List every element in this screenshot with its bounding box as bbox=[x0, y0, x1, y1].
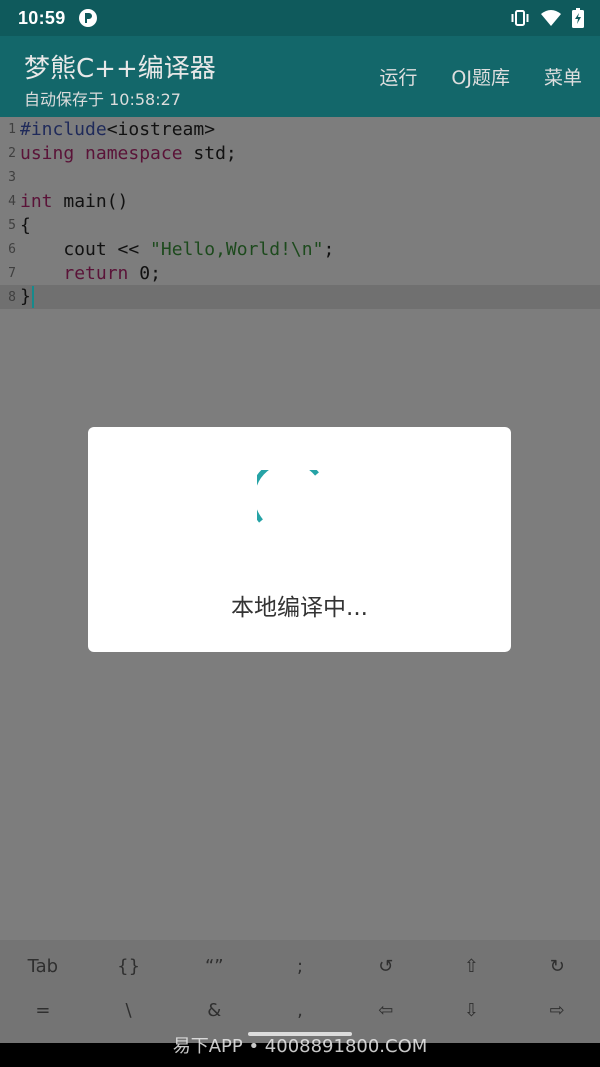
app-title: 梦熊C++编译器 bbox=[24, 54, 216, 84]
code-line[interactable]: 3 bbox=[0, 165, 600, 189]
code-token: #include bbox=[20, 118, 107, 140]
redo-icon[interactable]: ↻ bbox=[514, 944, 600, 988]
key-equals[interactable]: = bbox=[0, 988, 86, 1032]
arrow-left-icon[interactable]: ⇦ bbox=[343, 988, 429, 1032]
app-bar: 梦熊C++编译器 自动保存于 10:58:27 运行 OJ题库 菜单 bbox=[0, 36, 600, 117]
code-token: 0; bbox=[128, 262, 161, 284]
line-number: 8 bbox=[8, 289, 16, 305]
code-line[interactable]: 5 { bbox=[0, 213, 600, 237]
code-line[interactable]: 4 int main() bbox=[0, 189, 600, 213]
key-braces[interactable]: {} bbox=[86, 944, 172, 988]
code-token: namespace bbox=[85, 142, 183, 164]
code-token: { bbox=[20, 214, 31, 236]
code-line[interactable]: 2 using namespace std; bbox=[0, 141, 600, 165]
key-tab[interactable]: Tab bbox=[0, 944, 86, 988]
run-button[interactable]: 运行 bbox=[379, 63, 417, 90]
vibrate-icon bbox=[510, 9, 530, 27]
key-ampersand[interactable]: & bbox=[171, 988, 257, 1032]
text-cursor bbox=[31, 286, 34, 308]
loading-spinner-icon bbox=[249, 458, 321, 538]
oj-problems-button[interactable]: OJ题库 bbox=[451, 63, 510, 90]
code-token: std; bbox=[193, 142, 237, 164]
code-token: int bbox=[20, 190, 53, 212]
compiling-message: 本地编译中... bbox=[231, 595, 368, 621]
arrow-down-icon[interactable]: ⇩ bbox=[429, 988, 515, 1032]
code-token: return bbox=[63, 262, 129, 284]
code-token: ; bbox=[323, 238, 335, 260]
line-number: 1 bbox=[8, 121, 16, 137]
code-token: "Hello,World!\n" bbox=[150, 238, 324, 260]
code-token: main() bbox=[63, 190, 129, 212]
line-number: 5 bbox=[8, 217, 16, 233]
line-number: 7 bbox=[8, 265, 16, 281]
line-number: 6 bbox=[8, 241, 16, 257]
code-token: <iostream> bbox=[106, 118, 216, 140]
arrow-up-icon[interactable]: ⇧ bbox=[429, 944, 515, 988]
key-backslash[interactable]: \ bbox=[86, 988, 172, 1032]
line-number: 4 bbox=[8, 193, 16, 209]
code-line-current[interactable]: 8 } bbox=[0, 285, 600, 309]
watermark-text: 易下APP • 4008891800.COM bbox=[172, 1036, 428, 1057]
wifi-icon bbox=[540, 9, 562, 27]
key-quotes[interactable]: “” bbox=[171, 944, 257, 988]
autosave-status: 自动保存于 10:58:27 bbox=[24, 90, 181, 109]
extra-keys-bar: Tab {} “” ; ↺ ⇧ ↻ = \ & , ⇦ ⇩ ⇨ bbox=[0, 940, 600, 1043]
key-semicolon[interactable]: ; bbox=[257, 944, 343, 988]
status-time: 10:59 bbox=[18, 7, 66, 28]
code-token: cout << bbox=[20, 238, 151, 260]
code-token: using bbox=[20, 142, 75, 164]
code-line[interactable]: 1 #include<iostream> bbox=[0, 117, 600, 141]
code-line[interactable]: 6 cout << "Hello,World!\n"; bbox=[0, 237, 600, 261]
menu-button[interactable]: 菜单 bbox=[544, 63, 582, 90]
line-number: 3 bbox=[8, 169, 16, 185]
arrow-right-icon[interactable]: ⇨ bbox=[514, 988, 600, 1032]
app-notification-icon bbox=[78, 8, 98, 28]
status-bar: 10:59 bbox=[0, 0, 600, 36]
code-token: } bbox=[20, 286, 31, 307]
battery-icon bbox=[572, 8, 584, 28]
undo-icon[interactable]: ↺ bbox=[343, 944, 429, 988]
key-comma[interactable]: , bbox=[257, 988, 343, 1032]
line-number: 2 bbox=[8, 145, 16, 161]
code-line[interactable]: 7 return 0; bbox=[0, 261, 600, 285]
